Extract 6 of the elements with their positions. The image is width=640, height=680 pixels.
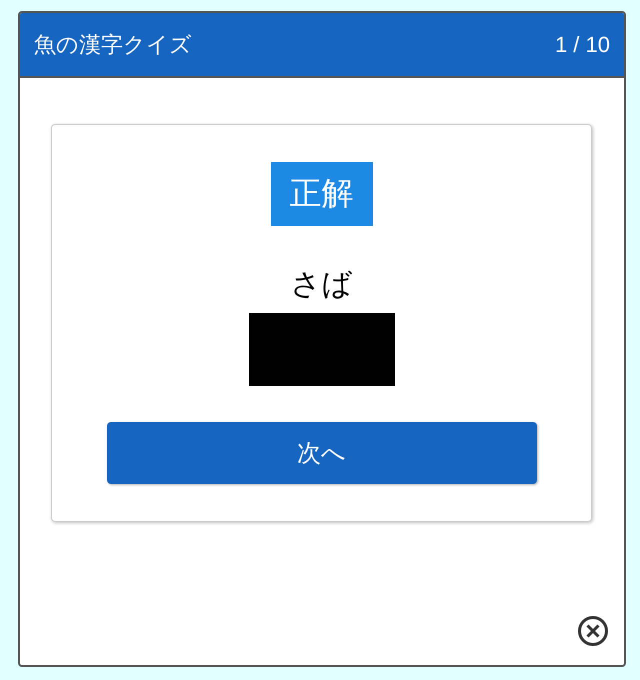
result-badge: 正解: [270, 162, 372, 226]
next-button[interactable]: 次へ: [106, 422, 536, 484]
question-counter: 1 / 10: [554, 32, 610, 58]
quiz-title: 魚の漢字クイズ: [34, 32, 192, 60]
reading-text: さば: [290, 266, 352, 304]
close-icon[interactable]: [577, 615, 609, 647]
